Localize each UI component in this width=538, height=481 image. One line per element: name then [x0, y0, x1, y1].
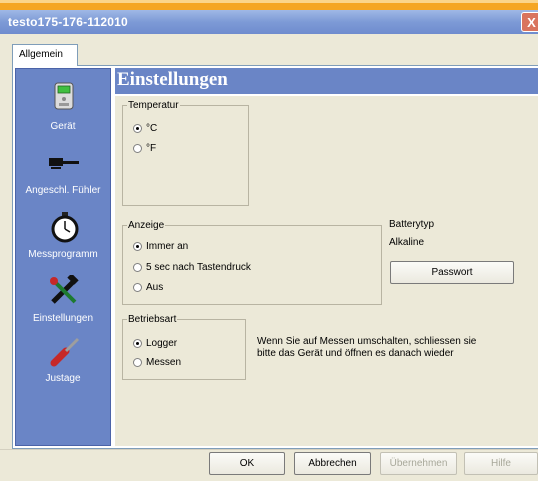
ok-button[interactable]: OK — [209, 452, 285, 475]
radio-indicator[interactable] — [133, 242, 142, 251]
orange-band — [0, 0, 538, 10]
probe-icon[interactable] — [49, 155, 81, 174]
radio-indicator[interactable] — [133, 358, 142, 367]
betriebsart-legend: Betriebsart — [128, 314, 177, 325]
cancel-button[interactable]: Abbrechen — [294, 452, 371, 475]
radio-indicator[interactable] — [133, 283, 142, 292]
anzeige-legend: Anzeige — [128, 220, 165, 231]
betriebsart-group: Betriebsart — [122, 314, 246, 380]
radio-indicator[interactable] — [133, 339, 142, 348]
sidebar-item-justage[interactable]: Justage — [16, 373, 110, 384]
tab-allgemein[interactable]: Allgemein — [12, 44, 78, 66]
sidebar-item-fuehler[interactable]: Angeschl. Fühler — [16, 185, 110, 196]
sidebar-item-einstellungen[interactable]: Einstellungen — [16, 313, 110, 324]
page-title: Einstellungen — [117, 69, 228, 90]
tab-label: Allgemein — [19, 49, 63, 60]
screwdriver-icon[interactable] — [50, 335, 80, 370]
battery-value: Alkaline — [389, 237, 425, 248]
temperatur-group: Temperatur — [122, 100, 249, 206]
radio-indicator[interactable] — [133, 144, 142, 153]
tools-icon[interactable] — [48, 273, 80, 310]
mode-hint-line2: bitte das Gerät und öffnen es danach wie… — [257, 348, 454, 359]
apply-button[interactable]: Übernehmen — [380, 452, 457, 475]
close-button[interactable]: X — [521, 12, 538, 32]
device-icon[interactable] — [52, 81, 76, 114]
stopwatch-icon[interactable] — [50, 211, 80, 246]
sidebar-item-messprogramm[interactable]: Messprogramm — [16, 249, 110, 260]
help-button[interactable]: Hilfe — [464, 452, 538, 475]
radio-indicator[interactable] — [133, 263, 142, 272]
window-title: testo175-176-112010 — [8, 15, 128, 29]
temperatur-legend: Temperatur — [128, 100, 179, 111]
radio-indicator[interactable] — [133, 124, 142, 133]
password-button[interactable]: Passwort — [390, 261, 514, 284]
battery-label: Batterytyp — [389, 219, 435, 230]
mode-hint-line1: Wenn Sie auf Messen umschalten, schliess… — [257, 336, 477, 347]
sidebar: Gerät Angeschl. Fühler Messprogramm Eins… — [15, 68, 111, 446]
sidebar-item-geraet[interactable]: Gerät — [16, 121, 110, 132]
